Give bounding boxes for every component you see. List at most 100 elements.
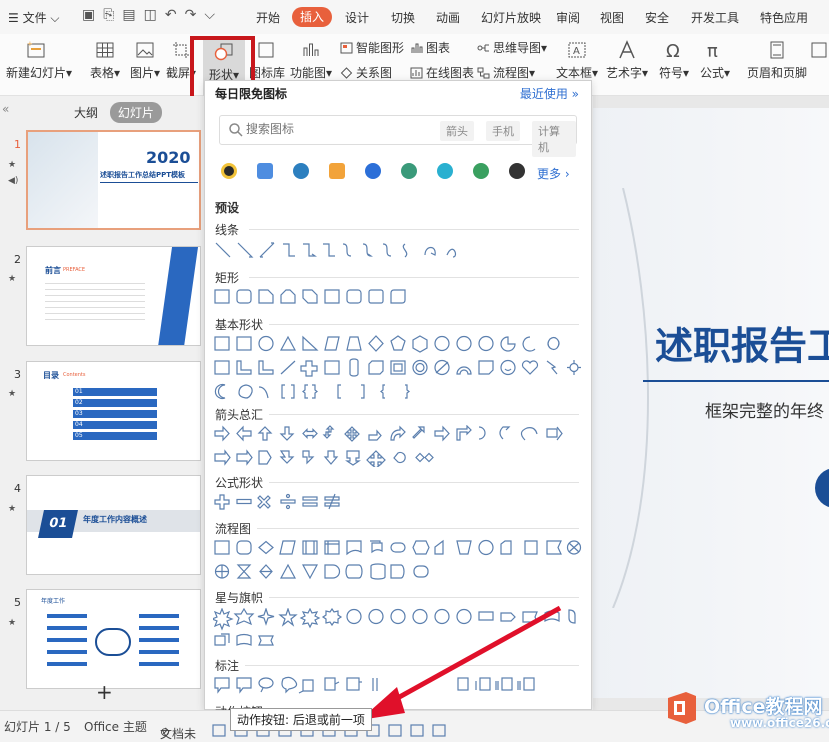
action-button-tooltip: 动作按钮: 后退或前一项 — [230, 708, 372, 731]
free-icons-header: 每日限免图标 — [215, 87, 288, 101]
tab-slides[interactable]: 幻灯片 — [109, 102, 162, 123]
chart-icon — [411, 43, 423, 53]
more-icons-link[interactable]: 更多 › — [537, 165, 570, 182]
tab-transition[interactable]: 切换 — [391, 9, 415, 26]
slide-thumbnail-2[interactable]: 前言 PREFACE — [26, 246, 201, 346]
line-shapes[interactable] — [213, 241, 473, 259]
current-slide[interactable]: 述职报告工 框架完整的年终 — [593, 108, 829, 698]
online-chart-button[interactable]: 在线图表 — [410, 64, 474, 81]
thumb-photo — [28, 132, 98, 228]
calendar-icon — [811, 42, 827, 58]
arrow-shapes[interactable] — [213, 425, 583, 467]
star-icon: ★ — [8, 504, 17, 514]
free-icon-7[interactable] — [437, 163, 453, 179]
thumb-year: 2020 — [146, 148, 191, 167]
tab-review[interactable]: 审阅 — [556, 9, 580, 26]
thumb-center-node — [95, 628, 131, 656]
textbox-icon: A — [568, 42, 586, 58]
flowchart-shapes[interactable] — [213, 539, 583, 581]
relation-chart-button[interactable]: 关系图 — [340, 64, 392, 81]
tag-arrow[interactable]: 箭头 — [440, 121, 474, 141]
section-divider — [269, 324, 579, 325]
smart-art-button[interactable]: 智能图形 — [340, 39, 404, 56]
new-slide-button[interactable]: + 新建幻灯片▾ — [6, 34, 72, 81]
add-slide-button[interactable]: + — [96, 680, 113, 704]
section-flowchart: 流程图 — [215, 522, 252, 536]
tab-slideshow[interactable]: 幻灯片放映 — [481, 9, 541, 26]
slide-number: 5 — [14, 596, 21, 609]
section-divider — [249, 229, 579, 230]
collapse-pane-icon[interactable]: « — [2, 102, 9, 116]
free-icon-4[interactable] — [329, 163, 345, 179]
new-slide-icon: + — [27, 40, 45, 58]
textbox-button[interactable]: A 文本框▾ — [555, 34, 599, 81]
annotation-arrow — [360, 605, 562, 720]
slide-canvas: 述职报告工 框架完整的年终 — [593, 96, 829, 710]
watermark-name: Office教程网 — [704, 696, 823, 718]
tab-outline[interactable]: 大纲 — [66, 102, 106, 123]
svg-text:A: A — [573, 46, 580, 57]
recent-used-link[interactable]: 最近使用 » — [520, 85, 579, 102]
section-callouts: 标注 — [215, 659, 240, 673]
star-icon: ★ — [8, 618, 17, 628]
search-icon — [229, 123, 243, 137]
tag-phone[interactable]: 手机 — [486, 121, 520, 141]
tab-insert[interactable]: 插入 — [292, 7, 332, 27]
formula-button[interactable]: π 公式▾ — [697, 34, 733, 81]
slide-thumbnail-3[interactable]: 目录 Contents 01 02 03 04 05 — [26, 361, 201, 461]
free-icon-8[interactable] — [473, 163, 489, 179]
slide-number: 3 — [14, 368, 21, 381]
more-ribbon-button[interactable] — [810, 34, 829, 64]
free-icon-9[interactable] — [509, 163, 525, 179]
thumb-title: 前言 — [45, 266, 61, 275]
icon-library-icon — [258, 42, 274, 58]
function-chart-button[interactable]: 功能图▾ — [289, 34, 333, 81]
tag-computer[interactable]: 计算机 — [532, 121, 576, 157]
watermark-url: www.office26.com — [730, 716, 829, 730]
relation-icon — [340, 67, 353, 79]
slide-thumbnail-4[interactable]: 01 年度工作内容概述 — [26, 475, 201, 575]
symbol-button[interactable]: Ω 符号▾ — [656, 34, 692, 81]
basic-shapes[interactable] — [213, 335, 583, 401]
wordart-button[interactable]: 艺术字▾ — [605, 34, 649, 81]
free-icon-6[interactable] — [401, 163, 417, 179]
mind-map-button[interactable]: 思维导图▾ — [477, 39, 547, 56]
slide-subtitle: 框架完整的年终 — [705, 402, 824, 422]
slide-counter: 幻灯片 1 / 5 — [4, 720, 71, 734]
header-footer-button[interactable]: 页眉和页脚 — [746, 34, 808, 81]
tab-home[interactable]: 开始 — [256, 9, 280, 26]
tab-security[interactable]: 安全 — [645, 9, 669, 26]
thumb-subtitle: Contents — [63, 372, 86, 378]
tab-view[interactable]: 视图 — [600, 9, 624, 26]
search-input[interactable] — [246, 122, 426, 136]
free-icon-3[interactable] — [293, 163, 309, 179]
tab-special[interactable]: 特色应用 — [760, 9, 808, 26]
thumb-badge: 01 — [38, 510, 78, 538]
flowchart-icon — [477, 67, 490, 79]
svg-text:π: π — [707, 41, 718, 60]
icon-search-box[interactable]: 箭头 手机 计算机 — [219, 115, 577, 157]
formula-shapes[interactable] — [213, 493, 353, 511]
header-footer-icon — [770, 41, 784, 59]
file-menu[interactable]: ☰ 文件 ⌵ — [8, 9, 60, 26]
thumb-title: 目录 — [43, 371, 59, 380]
flowchart-button[interactable]: 流程图▾ — [477, 64, 535, 81]
thumb-left-items — [47, 614, 87, 666]
chart-button[interactable]: 图表 — [410, 39, 450, 56]
free-icon-1[interactable] — [221, 163, 237, 179]
pi-icon: π — [707, 41, 718, 60]
rectangle-shapes[interactable] — [213, 288, 413, 306]
slide-thumbnail-5[interactable]: 年度工作 — [26, 589, 201, 689]
free-icon-5[interactable] — [365, 163, 381, 179]
free-icon-2[interactable] — [257, 163, 273, 179]
picture-button[interactable]: 图片▾ — [127, 34, 163, 81]
office-logo-watermark — [668, 692, 696, 724]
tab-design[interactable]: 设计 — [345, 9, 369, 26]
picture-icon — [136, 42, 154, 58]
table-button[interactable]: 表格▾ — [87, 34, 123, 81]
tab-developer[interactable]: 开发工具 — [691, 9, 739, 26]
section-lines: 线条 — [215, 223, 240, 237]
tab-animation[interactable]: 动画 — [436, 9, 460, 26]
quick-access-toolbar[interactable]: ▣⎘▤◫↶↷⌵ — [82, 7, 223, 23]
slide-thumbnail-1[interactable]: 2020 述职报告工作总结PPT模板 — [26, 130, 201, 230]
